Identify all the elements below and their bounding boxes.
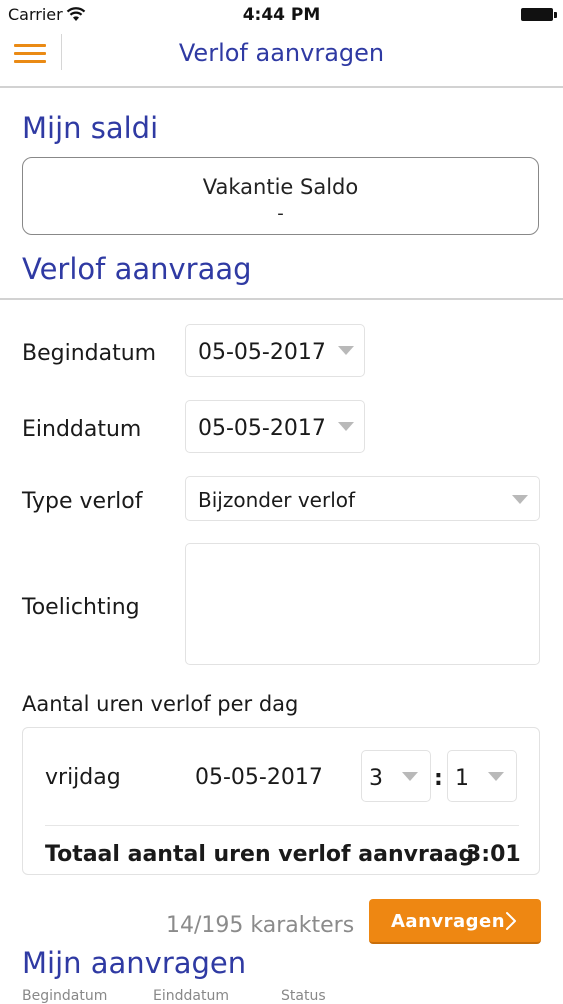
total-hours-value: 3:01 xyxy=(466,842,521,867)
column-header-start-date: Begindatum xyxy=(22,988,108,1004)
comment-textarea[interactable] xyxy=(185,543,540,665)
comment-label: Toelichting xyxy=(22,595,140,620)
total-hours-label: Totaal aantal uren verlof aanvraag xyxy=(45,842,475,867)
request-form-title: Verlof aanvraag xyxy=(22,252,252,286)
submit-button-label: Aanvragen xyxy=(391,911,506,932)
submit-request-button[interactable]: Aanvragen xyxy=(369,899,541,944)
vacation-balance-label: Vakantie Saldo xyxy=(202,175,359,199)
page-title: Verlof aanvragen xyxy=(178,39,385,67)
hours-row-date: 05-05-2017 xyxy=(195,765,323,790)
column-header-end-date: Einddatum xyxy=(153,988,229,1004)
my-requests-title: Mijn aanvragen xyxy=(22,946,247,980)
hours-value: 3 xyxy=(369,766,383,791)
leave-type-label: Type verlof xyxy=(22,489,143,514)
battery-icon xyxy=(521,8,557,21)
leave-type-value: Bijzonder verlof xyxy=(198,488,356,512)
end-date-value: 05-05-2017 xyxy=(198,416,326,441)
start-date-value: 05-05-2017 xyxy=(198,340,326,365)
hours-per-day-title: Aantal uren verlof per dag xyxy=(22,692,299,716)
vacation-balance-value: - xyxy=(277,203,284,224)
status-time: 4:44 PM xyxy=(242,5,321,25)
leave-type-select[interactable]: Bijzonder verlof xyxy=(185,476,540,521)
minutes-select[interactable]: 1 xyxy=(447,750,517,802)
character-counter: 14/195 karakters xyxy=(166,913,355,938)
start-date-picker[interactable]: 05-05-2017 xyxy=(185,324,365,377)
nav-bar: Verlof aanvragen xyxy=(0,30,563,88)
chevron-down-icon xyxy=(488,772,504,781)
hours-divider xyxy=(45,825,519,826)
vacation-balance-card: Vakantie Saldo - xyxy=(22,157,539,235)
time-separator: : xyxy=(434,766,443,791)
chevron-down-icon xyxy=(512,495,528,504)
chevron-down-icon xyxy=(338,346,354,355)
end-date-label: Einddatum xyxy=(22,417,142,442)
status-bar: Carrier 4:44 PM xyxy=(0,0,563,30)
chevron-down-icon xyxy=(338,422,354,431)
minutes-value: 1 xyxy=(455,766,469,791)
hours-select[interactable]: 3 xyxy=(361,750,431,802)
chevron-right-icon xyxy=(506,912,516,930)
balances-title: Mijn saldi xyxy=(22,111,159,145)
column-header-status: Status xyxy=(281,988,326,1004)
hours-row-day: vrijdag xyxy=(45,765,121,790)
chevron-down-icon xyxy=(402,772,418,781)
section-divider xyxy=(0,298,563,300)
start-date-label: Begindatum xyxy=(22,341,157,366)
end-date-picker[interactable]: 05-05-2017 xyxy=(185,400,365,453)
